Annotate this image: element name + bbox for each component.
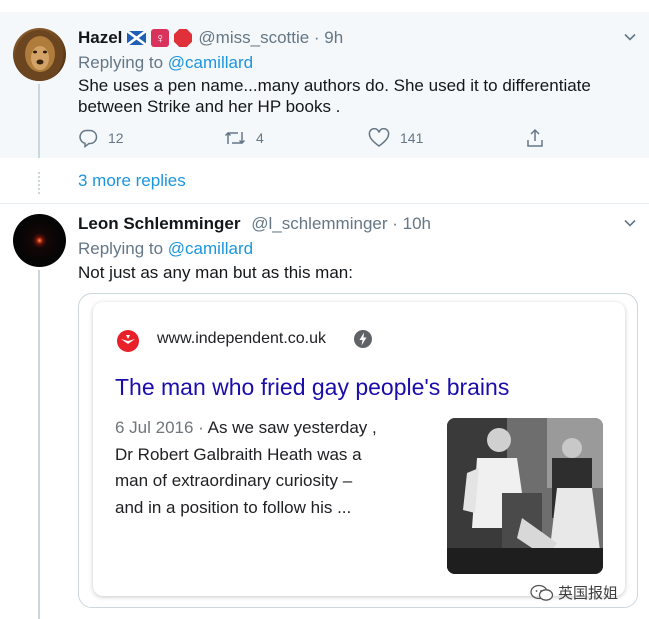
avatar[interactable]: [13, 28, 66, 81]
amp-bolt-icon: [354, 330, 372, 348]
stop-sign-icon: [174, 29, 193, 47]
reply-icon: [79, 129, 98, 148]
replying-to: Replying to @camillard: [78, 239, 254, 258]
article-thumbnail: [447, 418, 603, 574]
source-url: www.independent.co.uk: [157, 330, 326, 347]
mention-link[interactable]: @camillard: [168, 239, 253, 258]
article-title: The man who fried gay people's brains: [115, 374, 510, 400]
tweet-hazel[interactable]: Hazel ♀ @miss_scottie · 9h Replying to @…: [0, 12, 649, 158]
scotland-flag-icon: [127, 31, 147, 45]
tweet-text: Not just as any man but as this man:: [78, 263, 353, 282]
tweet-header: Hazel ♀ @miss_scottie · 9h: [78, 28, 343, 48]
independent-logo: [117, 330, 139, 352]
chevron-down-icon[interactable]: [623, 216, 637, 230]
avatar[interactable]: [13, 214, 66, 267]
thread-line: [38, 84, 40, 158]
black-white-photo: [447, 418, 603, 574]
venus-symbol-icon: ♀: [151, 29, 170, 47]
chevron-down-icon[interactable]: [623, 30, 637, 44]
mention-link[interactable]: @camillard: [168, 53, 253, 72]
display-name[interactable]: Leon Schlemminger: [78, 214, 240, 233]
share-button[interactable]: [525, 128, 555, 148]
like-button[interactable]: 141: [368, 128, 423, 148]
retweet-button[interactable]: 4: [224, 128, 264, 148]
thread-dots: [38, 172, 40, 194]
retweet-icon: [224, 131, 246, 145]
replying-to: Replying to @camillard: [78, 53, 254, 72]
tweet-text: She uses a pen name...many authors do. S…: [78, 76, 591, 116]
media-card[interactable]: www.independent.co.uk The man who fried …: [78, 293, 638, 608]
reply-button[interactable]: 12: [78, 128, 124, 148]
share-icon: [527, 128, 543, 147]
more-replies-row: 3 more replies: [0, 158, 649, 204]
watermark: 英国报姐: [530, 582, 618, 603]
handle-and-time[interactable]: @l_schlemminger · 10h: [251, 214, 431, 233]
tweet-actions: 12 4 141: [78, 128, 548, 148]
article-snippet: 6 Jul 2016 · As we saw yesterday , Dr Ro…: [115, 418, 377, 517]
lion-avatar-image: [15, 30, 63, 81]
display-name[interactable]: Hazel: [78, 28, 122, 48]
wechat-icon: [530, 584, 554, 601]
thread-line: [38, 270, 40, 619]
like-icon: [368, 128, 390, 147]
handle-and-time[interactable]: @miss_scottie · 9h: [198, 28, 343, 48]
more-replies-link[interactable]: 3 more replies: [78, 171, 186, 191]
tweet-header: Leon Schlemminger @l_schlemminger · 10h: [78, 214, 431, 234]
article-date: 6 Jul 2016 ·: [115, 418, 208, 437]
search-result-screenshot: www.independent.co.uk The man who fried …: [93, 302, 625, 596]
